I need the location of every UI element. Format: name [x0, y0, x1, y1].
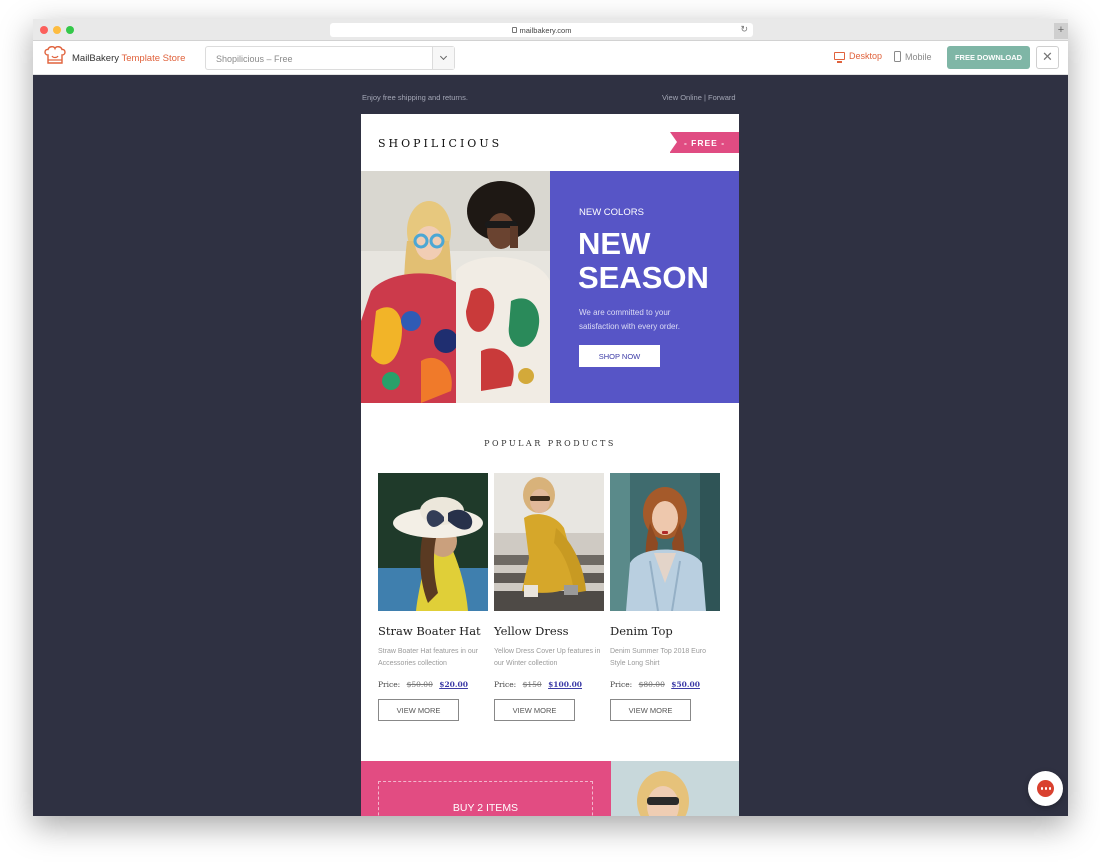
promo-banner: BUY 2 ITEMS — [361, 761, 611, 816]
url-text: mailbakery.com — [519, 25, 572, 35]
product-image-denim[interactable] — [610, 473, 720, 611]
brand-title[interactable]: MailBakery Template Store — [72, 53, 185, 64]
mobile-label: Mobile — [905, 51, 932, 62]
product-price: Price: $80.00 $50.00 — [610, 680, 720, 689]
forward-link[interactable]: Forward — [708, 93, 736, 102]
reload-icon[interactable]: ↻ — [740, 24, 748, 35]
preheader-text: Enjoy free shipping and returns. — [362, 93, 468, 102]
brand-name: MailBakery — [72, 53, 119, 64]
old-price: $150 — [522, 680, 542, 689]
desktop-icon — [834, 52, 845, 63]
product-name[interactable]: Straw Boater Hat — [378, 624, 488, 638]
app-toolbar: MailBakery Template Store Shopilicious –… — [33, 41, 1068, 75]
link-separator: | — [703, 93, 706, 102]
maximize-window-dot[interactable] — [66, 26, 74, 34]
mobile-icon — [894, 51, 901, 62]
product-desc: Yellow Dress Cover Up features in our Wi… — [494, 648, 601, 667]
template-select-value: Shopilicious – Free — [216, 54, 293, 64]
product-desc: Denim Summer Top 2018 Euro Style Long Sh… — [610, 648, 706, 667]
browser-window: mailbakery.com ↻ + MailBakery Template S… — [33, 19, 1068, 816]
mobile-view-button[interactable]: Mobile — [894, 51, 932, 62]
browser-chrome: mailbakery.com ↻ + — [33, 19, 1068, 41]
address-bar[interactable]: mailbakery.com ↻ — [330, 23, 753, 37]
hero-text: We are committed to your satisfaction wi… — [579, 308, 680, 331]
close-window-dot[interactable] — [40, 26, 48, 34]
hero-image — [361, 171, 550, 403]
view-more-button[interactable]: VIEW MORE — [378, 699, 459, 721]
new-price[interactable]: $100.00 — [548, 680, 582, 689]
hero-kicker: NEW COLORS — [579, 207, 644, 218]
product-card: Denim Top Denim Summer Top 2018 Euro Sty… — [610, 473, 720, 721]
hero-panel: NEW COLORS NEW SEASON We are committed t… — [550, 171, 739, 403]
price-label: Price: — [378, 680, 401, 689]
product-image-dress[interactable] — [494, 473, 604, 611]
product-price: Price: $50.00 $20.00 — [378, 680, 488, 689]
view-online-link[interactable]: View Online — [662, 93, 702, 102]
chat-button[interactable] — [1028, 771, 1063, 806]
desktop-view-button[interactable]: Desktop — [834, 51, 883, 63]
section-title: POPULAR PRODUCTS — [484, 439, 616, 448]
new-price[interactable]: $20.00 — [439, 680, 468, 689]
promo-image — [611, 761, 739, 816]
email-preview: SHOPILICIOUS - FREE - NEW COLORS NEW SEA… — [361, 114, 739, 816]
hero-title: NEW SEASON — [578, 226, 709, 295]
promo-box: BUY 2 ITEMS — [378, 781, 593, 816]
chevron-down-icon[interactable] — [432, 47, 454, 69]
promo-text[interactable]: BUY 2 ITEMS — [379, 802, 592, 814]
new-price[interactable]: $50.00 — [671, 680, 700, 689]
shop-now-button[interactable]: SHOP NOW — [579, 345, 660, 367]
minimize-window-dot[interactable] — [53, 26, 61, 34]
view-more-button[interactable]: VIEW MORE — [494, 699, 575, 721]
product-name[interactable]: Denim Top — [610, 624, 720, 638]
product-card: Straw Boater Hat Straw Boater Hat featur… — [378, 473, 488, 721]
product-price: Price: $150 $100.00 — [494, 680, 604, 689]
free-badge: - FREE - — [670, 132, 739, 153]
desktop-label: Desktop — [849, 51, 883, 61]
chef-hat-logo-icon[interactable] — [43, 46, 67, 68]
free-download-button[interactable]: FREE DOWNLOAD — [947, 46, 1030, 69]
email-logo[interactable]: SHOPILICIOUS — [378, 137, 502, 150]
new-tab-icon[interactable]: + — [1054, 23, 1068, 39]
chat-bubble-icon — [1037, 780, 1054, 797]
price-label: Price: — [610, 680, 633, 689]
product-desc: Straw Boater Hat features in our Accesso… — [378, 648, 478, 667]
product-name[interactable]: Yellow Dress — [494, 624, 604, 638]
old-price: $50.00 — [406, 680, 433, 689]
template-select[interactable]: Shopilicious – Free — [205, 46, 455, 70]
view-more-button[interactable]: VIEW MORE — [610, 699, 691, 721]
lock-icon — [511, 27, 517, 33]
close-icon[interactable]: ✕ — [1036, 46, 1059, 69]
price-label: Price: — [494, 680, 517, 689]
product-image-hat[interactable] — [378, 473, 488, 611]
preheader-links: View Online | Forward — [662, 93, 736, 102]
brand-suffix: Template Store — [121, 53, 186, 64]
old-price: $80.00 — [638, 680, 665, 689]
product-card: Yellow Dress Yellow Dress Cover Up featu… — [494, 473, 604, 721]
